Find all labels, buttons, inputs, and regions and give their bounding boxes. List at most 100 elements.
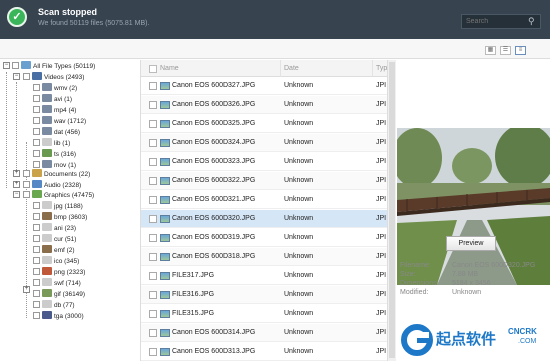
expand-toggle[interactable]: + [13, 170, 20, 177]
column-header-name[interactable]: Name [160, 65, 179, 72]
row-checkbox[interactable] [149, 253, 157, 261]
view-toolbar [0, 39, 550, 59]
file-type: JPI [376, 177, 387, 184]
tree-item-wav[interactable]: wav (1712) [33, 116, 86, 126]
row-checkbox[interactable] [149, 120, 157, 128]
watermark-tld: .COM [518, 338, 537, 345]
row-checkbox[interactable] [149, 234, 157, 242]
tree-item-cur[interactable]: cur (51) [33, 234, 76, 244]
file-row[interactable]: Canon EOS 600D313.JPG Unknown JPI [141, 343, 387, 361]
file-type: JPI [376, 139, 387, 146]
modified-label: Modified: [400, 289, 429, 296]
tree-item-gif[interactable]: gif (36149) [33, 289, 85, 299]
row-checkbox[interactable] [149, 139, 157, 147]
file-icon [42, 138, 52, 146]
list-view-icon[interactable]: ☰ [500, 46, 511, 55]
select-all-checkbox[interactable] [149, 65, 157, 73]
file-date: Unknown [284, 234, 314, 241]
expand-toggle[interactable]: + [23, 286, 30, 293]
tree-item-lib[interactable]: lib (1) [33, 138, 70, 148]
details-view-icon[interactable]: ≡ [515, 46, 526, 55]
drive-icon [21, 61, 31, 69]
image-file-icon [160, 139, 170, 147]
file-row[interactable]: Canon EOS 600D322.JPG Unknown JPI [141, 172, 387, 190]
row-checkbox[interactable] [149, 177, 157, 185]
scrollbar-thumb[interactable] [389, 62, 395, 358]
tree-item-audio[interactable]: Audio (2328) [23, 180, 81, 190]
column-header-date[interactable]: Date [284, 65, 299, 72]
expand-toggle[interactable]: + [13, 181, 20, 188]
file-row[interactable]: Canon EOS 600D325.JPG Unknown JPI [141, 115, 387, 133]
collapse-toggle[interactable]: − [13, 191, 20, 198]
image-file-icon [42, 289, 52, 297]
collapse-toggle[interactable]: − [13, 73, 20, 80]
tree-item-ani[interactable]: ani (23) [33, 223, 76, 233]
tree-item-avi[interactable]: avi (1) [33, 94, 72, 104]
column-header-type[interactable]: Typ [376, 65, 387, 72]
list-scrollbar[interactable] [387, 60, 396, 361]
file-row[interactable]: Canon EOS 600D326.JPG Unknown JPI [141, 96, 387, 114]
file-row[interactable]: FILE317.JPG Unknown JPI [141, 267, 387, 285]
tree-item-db[interactable]: db (77) [33, 300, 75, 310]
tree-item-emf[interactable]: emf (2) [33, 245, 75, 255]
watermark-brand: 起点软件 [436, 330, 497, 348]
tree-item-documents[interactable]: Documents (22) [23, 169, 90, 179]
thumbnail-view-icon[interactable]: ▦ [485, 46, 496, 55]
row-checkbox[interactable] [149, 158, 157, 166]
tree-item-bmp[interactable]: bmp (3603) [33, 212, 87, 222]
image-file-icon [42, 201, 52, 209]
tree-item-all-file-types[interactable]: All File Types (50119) [12, 61, 95, 71]
scan-summary: We found 50119 files (5075.81 MB). [38, 20, 150, 27]
file-row[interactable]: Canon EOS 600D318.JPG Unknown JPI [141, 248, 387, 266]
row-checkbox[interactable] [149, 348, 157, 356]
image-file-icon [42, 245, 52, 253]
file-list-header: Name Date Typ [141, 60, 387, 77]
preview-button[interactable]: Preview [446, 236, 496, 251]
file-row[interactable]: Canon EOS 600D327.JPG Unknown JPI [141, 77, 387, 95]
file-row[interactable]: Canon EOS 600D314.JPG Unknown JPI [141, 324, 387, 342]
tree-item-ico[interactable]: ico (345) [33, 256, 79, 266]
file-type: JPI [376, 329, 387, 336]
row-checkbox[interactable] [149, 196, 157, 204]
file-icon [42, 300, 52, 308]
check-circle-icon: ✓ [7, 7, 27, 27]
file-name: FILE315.JPG [172, 310, 215, 317]
tree-item-mp4[interactable]: mp4 (4) [33, 105, 76, 115]
tree-item-ts[interactable]: ts (316) [33, 149, 76, 159]
row-checkbox[interactable] [149, 82, 157, 90]
file-row[interactable]: Canon EOS 600D320.JPG Unknown JPI [141, 210, 387, 228]
document-folder-icon [32, 169, 42, 177]
tree-item-tga[interactable]: tga (3000) [33, 311, 84, 321]
row-checkbox[interactable] [149, 329, 157, 337]
row-checkbox[interactable] [149, 291, 157, 299]
file-name: Canon EOS 600D320.JPG [172, 215, 256, 222]
file-row[interactable]: Canon EOS 600D321.JPG Unknown JPI [141, 191, 387, 209]
search-icon[interactable]: ⚲ [528, 16, 538, 26]
tree-item-wmv[interactable]: wmv (2) [33, 83, 77, 93]
file-row[interactable]: Canon EOS 600D324.JPG Unknown JPI [141, 134, 387, 152]
dimensions-value: 5184 x 3456 [452, 280, 491, 287]
row-checkbox[interactable] [149, 215, 157, 223]
tree-item-jpg[interactable]: jpg (1188) [33, 201, 83, 211]
row-checkbox[interactable] [149, 310, 157, 318]
tree-item-graphics[interactable]: Graphics (47475) [23, 190, 94, 200]
image-file-icon [160, 329, 170, 337]
scan-status-title: Scan stopped [38, 7, 98, 17]
file-icon [42, 234, 52, 242]
tree-item-png[interactable]: png (2323) [33, 267, 85, 277]
file-name: Canon EOS 600D326.JPG [172, 101, 256, 108]
file-row[interactable]: Canon EOS 600D323.JPG Unknown JPI [141, 153, 387, 171]
video-file-icon [42, 160, 52, 168]
row-checkbox[interactable] [149, 272, 157, 280]
file-name: Canon EOS 600D319.JPG [172, 234, 256, 241]
collapse-toggle[interactable]: − [3, 62, 10, 69]
tree-item-videos[interactable]: Videos (2493) [23, 72, 84, 82]
tree-item-swf[interactable]: swf (714) [33, 278, 81, 288]
file-row[interactable]: Canon EOS 600D319.JPG Unknown JPI [141, 229, 387, 247]
file-date: Unknown [284, 348, 314, 355]
file-row[interactable]: FILE315.JPG Unknown JPI [141, 305, 387, 323]
file-row[interactable]: FILE316.JPG Unknown JPI [141, 286, 387, 304]
row-checkbox[interactable] [149, 101, 157, 109]
tree-item-dat[interactable]: dat (456) [33, 127, 80, 137]
image-file-icon [160, 291, 170, 299]
